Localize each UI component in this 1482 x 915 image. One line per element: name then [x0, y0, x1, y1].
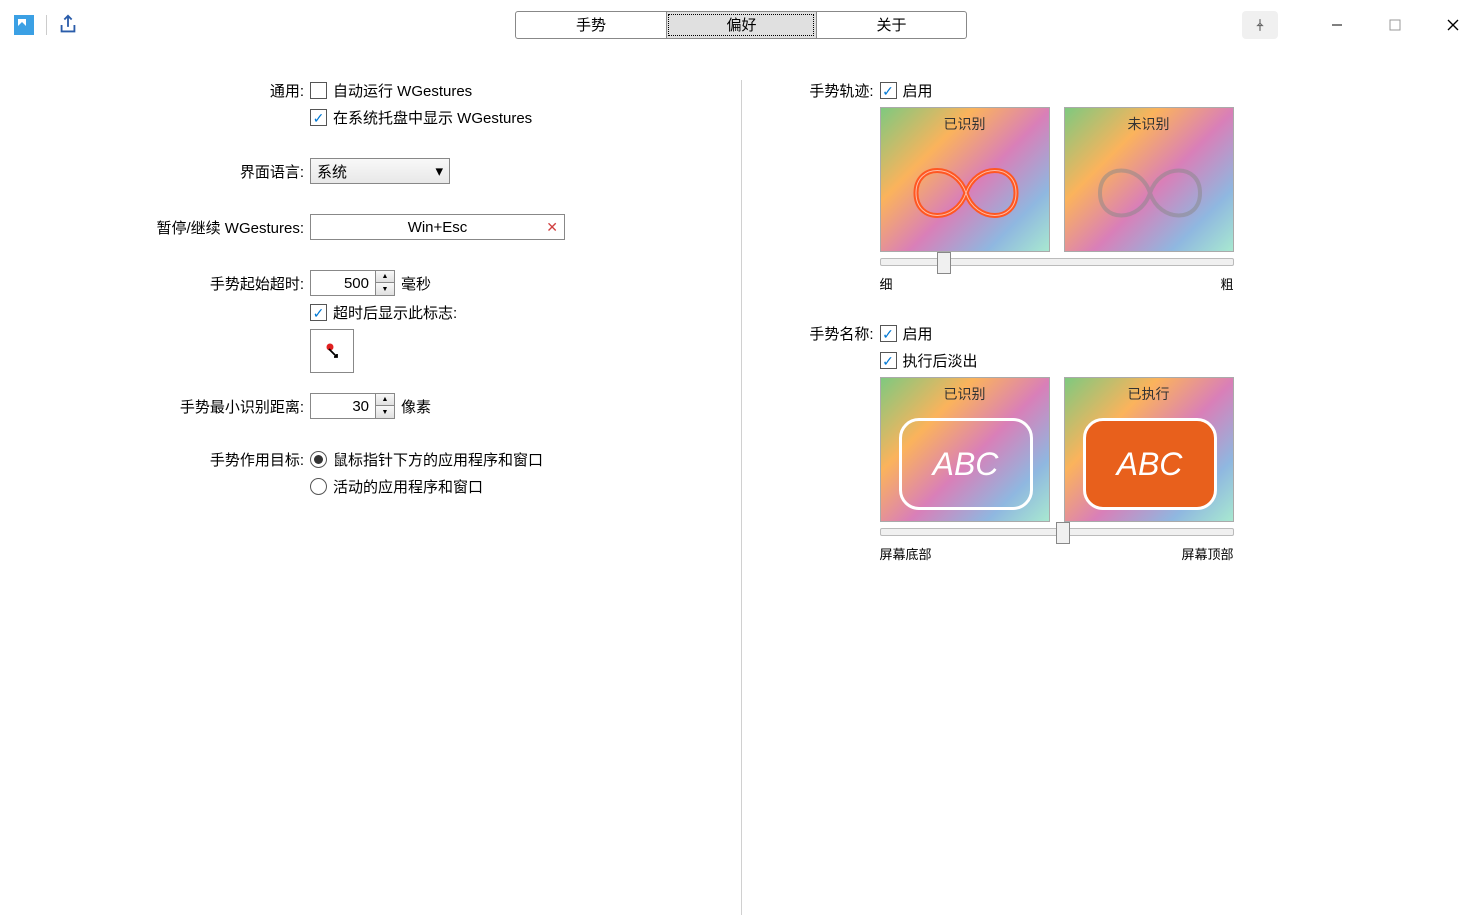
- slider-bottom-label: 屏幕底部: [880, 544, 932, 563]
- name-enable-checkbox[interactable]: [880, 325, 897, 342]
- language-value: 系统: [317, 161, 347, 182]
- pane-visual: 手势轨迹: 启用 已识别 未识别 细 粗: [742, 80, 1482, 915]
- trail-thickness-slider[interactable]: [880, 258, 1234, 266]
- name-executed-title: 已执行: [1065, 384, 1233, 404]
- trail-label: 手势轨迹:: [742, 80, 880, 101]
- slider-thin-label: 细: [880, 274, 893, 293]
- window-controls: [1242, 4, 1482, 46]
- minimize-button[interactable]: [1308, 4, 1366, 46]
- name-enable-label: 启用: [903, 323, 933, 344]
- min-dist-up[interactable]: ▲: [376, 394, 394, 406]
- min-dist-unit: 像素: [401, 396, 431, 417]
- share-icon[interactable]: [57, 14, 79, 36]
- hotkey-input[interactable]: Win+Esc ✕: [310, 214, 565, 240]
- slider-thick-label: 粗: [1220, 274, 1233, 293]
- name-label: 手势名称:: [742, 323, 880, 344]
- maximize-button[interactable]: [1366, 4, 1424, 46]
- min-dist-spinner[interactable]: ▲ ▼: [310, 393, 395, 419]
- pane-general: 通用: 自动运行 WGestures 在系统托盘中显示 WGestures 界面…: [0, 80, 742, 915]
- titlebar: 手势 偏好 关于: [0, 0, 1482, 50]
- divider: [46, 15, 47, 35]
- target-active-label: 活动的应用程序和窗口: [333, 476, 483, 497]
- abc-recognized: ABC: [899, 418, 1033, 510]
- slider-top-label: 屏幕顶部: [1181, 544, 1233, 563]
- tab-about[interactable]: 关于: [816, 12, 966, 38]
- tab-group: 手势 偏好 关于: [515, 11, 967, 39]
- min-dist-label: 手势最小识别距离:: [0, 396, 310, 417]
- name-position-thumb[interactable]: [1056, 522, 1070, 544]
- trail-recognized-preview[interactable]: 已识别: [880, 107, 1050, 252]
- fade-label: 执行后淡出: [903, 350, 978, 371]
- min-dist-down[interactable]: ▼: [376, 406, 394, 418]
- abc-executed: ABC: [1083, 418, 1217, 510]
- trail-enable-label: 启用: [903, 80, 933, 101]
- timeout-spinner[interactable]: ▲ ▼: [310, 270, 395, 296]
- recognized-title: 已识别: [881, 114, 1049, 134]
- timeout-label: 手势起始超时:: [0, 273, 310, 294]
- trail-thickness-thumb[interactable]: [937, 252, 951, 274]
- name-position-slider[interactable]: [880, 528, 1234, 536]
- autorun-label: 自动运行 WGestures: [333, 80, 472, 101]
- timeout-unit: 毫秒: [401, 273, 431, 294]
- trail-unrecognized-preview[interactable]: 未识别: [1064, 107, 1234, 252]
- name-executed-preview[interactable]: 已执行 ABC: [1064, 377, 1234, 522]
- timeout-flag-preview: [310, 329, 354, 373]
- tab-gestures[interactable]: 手势: [516, 12, 666, 38]
- content: 通用: 自动运行 WGestures 在系统托盘中显示 WGestures 界面…: [0, 50, 1482, 915]
- target-active-radio[interactable]: [310, 478, 327, 495]
- show-flag-checkbox[interactable]: [310, 304, 327, 321]
- name-recognized-title: 已识别: [881, 384, 1049, 404]
- app-icon: [12, 13, 36, 37]
- timeout-up[interactable]: ▲: [376, 271, 394, 283]
- language-label: 界面语言:: [0, 161, 310, 182]
- general-label: 通用:: [0, 80, 310, 101]
- autorun-checkbox[interactable]: [310, 82, 327, 99]
- name-recognized-preview[interactable]: 已识别 ABC: [880, 377, 1050, 522]
- target-under-cursor-radio[interactable]: [310, 451, 327, 468]
- titlebar-left: [0, 13, 79, 37]
- tab-preferences[interactable]: 偏好: [666, 12, 816, 38]
- timeout-down[interactable]: ▼: [376, 283, 394, 295]
- timeout-input[interactable]: [310, 270, 376, 296]
- language-select[interactable]: 系统 ▾: [310, 158, 450, 184]
- target-label: 手势作用目标:: [0, 449, 310, 470]
- target-under-cursor-label: 鼠标指针下方的应用程序和窗口: [333, 449, 543, 470]
- show-flag-label: 超时后显示此标志:: [333, 302, 457, 323]
- tray-checkbox[interactable]: [310, 109, 327, 126]
- tray-label: 在系统托盘中显示 WGestures: [333, 107, 532, 128]
- unrecognized-title: 未识别: [1065, 114, 1233, 134]
- hotkey-clear-button[interactable]: ✕: [546, 219, 558, 236]
- hotkey-value: Win+Esc: [408, 219, 468, 236]
- min-dist-input[interactable]: [310, 393, 376, 419]
- trail-enable-checkbox[interactable]: [880, 82, 897, 99]
- pin-button[interactable]: [1242, 11, 1278, 39]
- fade-checkbox[interactable]: [880, 352, 897, 369]
- close-button[interactable]: [1424, 4, 1482, 46]
- hotkey-label: 暂停/继续 WGestures:: [0, 217, 310, 238]
- chevron-down-icon: ▾: [435, 162, 443, 180]
